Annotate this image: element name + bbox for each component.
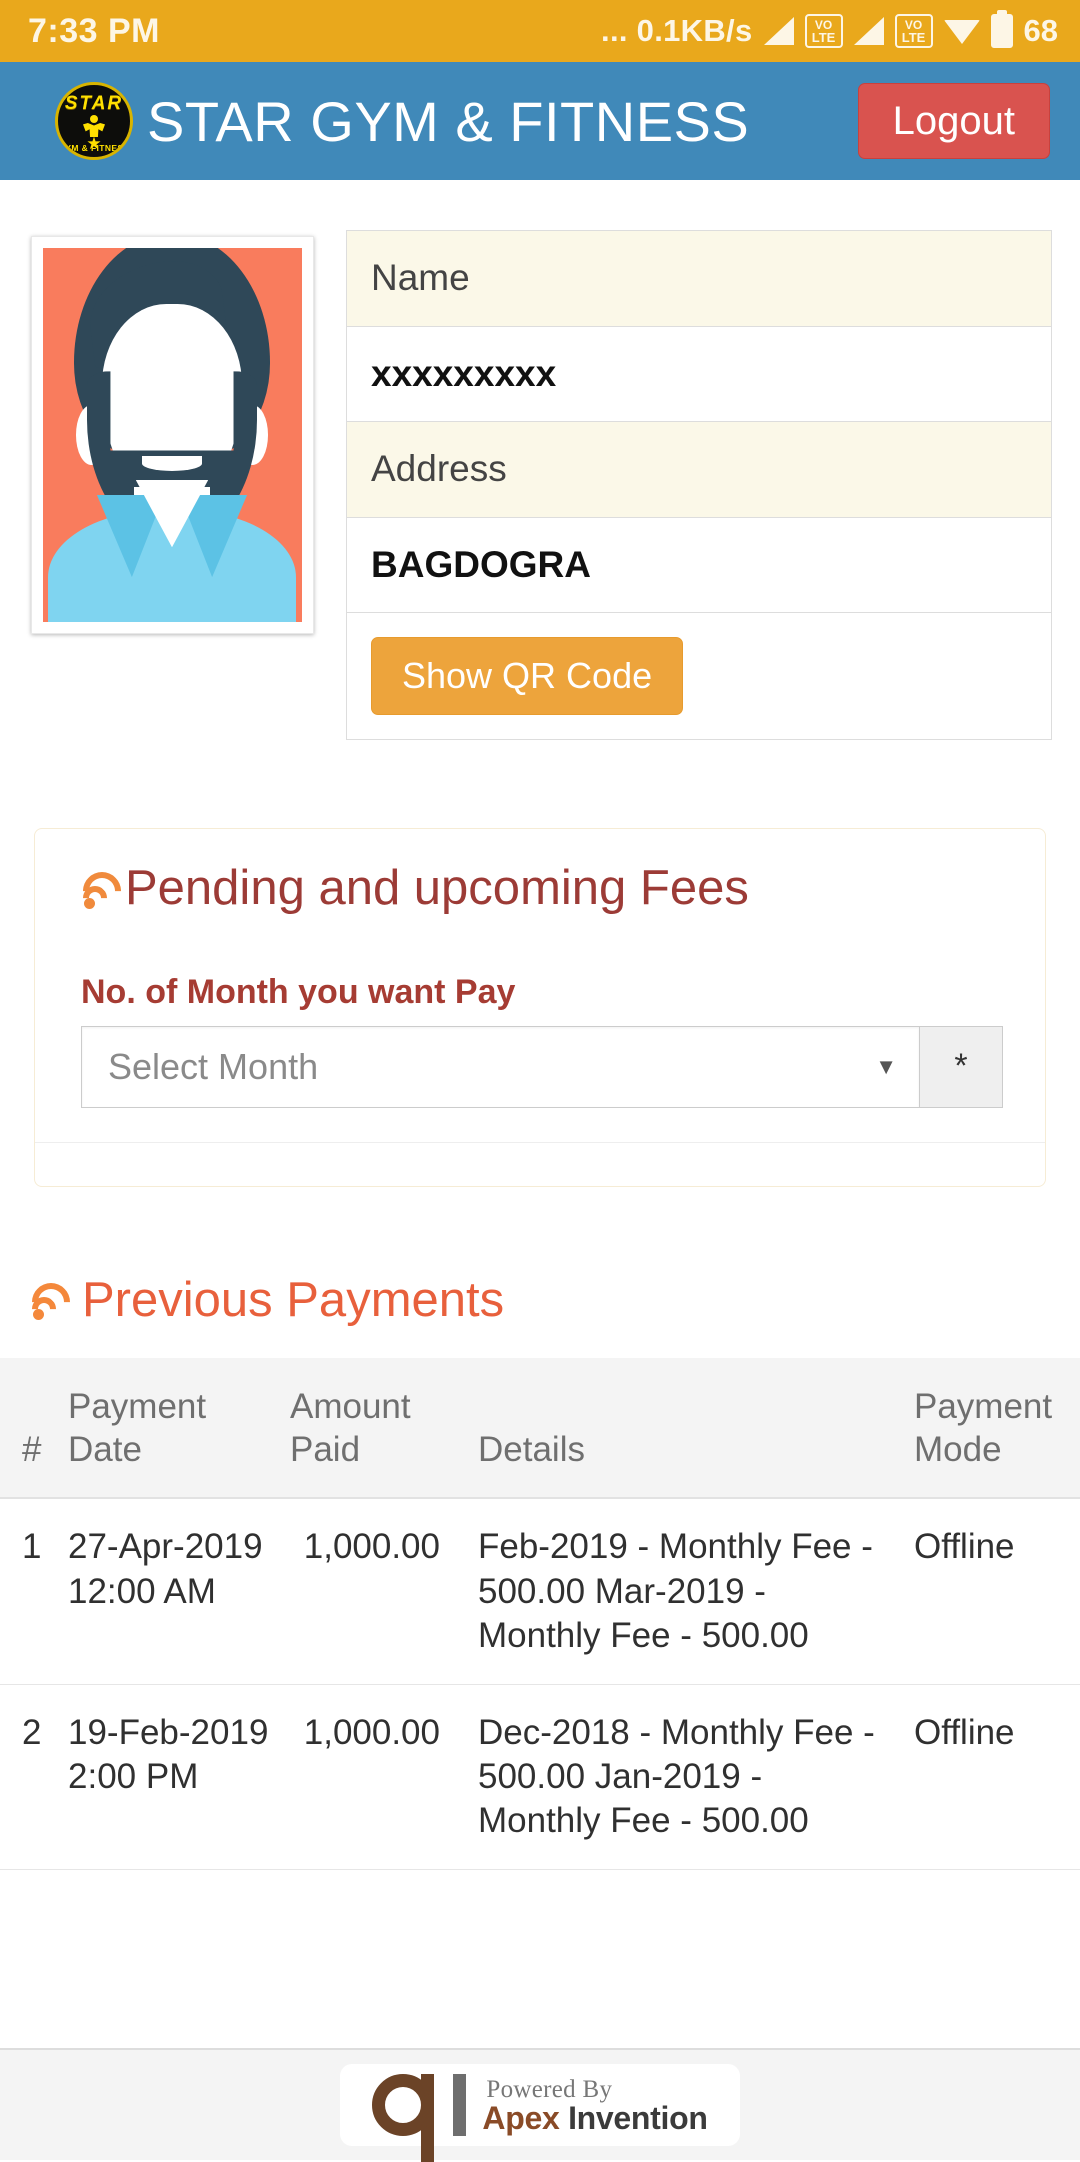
select-month-dropdown[interactable]: Select Month ▼ <box>81 1026 919 1108</box>
info-label-name: Name <box>347 231 1051 327</box>
signal-icon-2 <box>854 17 884 45</box>
column-header-details: Details <box>450 1358 904 1498</box>
month-count-label: No. of Month you want Pay <box>81 973 1025 1012</box>
cell-mode: Offline <box>904 1498 1080 1684</box>
table-row[interactable]: 1 27-Apr-2019 12:00 AM 1,000.00 Feb-2019… <box>0 1498 1080 1684</box>
brand[interactable]: STAR GYM & FITNESS ★ STAR GYM & FITNESS <box>55 82 749 160</box>
cell-details: Dec-2018 - Monthly Fee - 500.00 Jan-2019… <box>450 1684 904 1869</box>
volte-icon: VO LTE <box>805 14 843 48</box>
app-title: STAR GYM & FITNESS <box>147 89 749 154</box>
previous-payments-table: # Payment Date Amount Paid Details Payme… <box>0 1358 1080 1870</box>
battery-icon <box>991 14 1013 48</box>
info-label-address: Address <box>347 422 1051 518</box>
page-footer: Powered By Apex Invention <box>0 2048 1080 2160</box>
month-select-group: Select Month ▼ * <box>81 1026 1003 1108</box>
select-month-placeholder: Select Month <box>108 1046 318 1088</box>
footer-text: Powered By Apex Invention <box>482 2077 707 2134</box>
default-user-avatar-icon <box>43 248 302 622</box>
pending-fees-title: Pending and upcoming Fees <box>125 863 749 914</box>
panel-footer-divider <box>35 1142 1045 1186</box>
volte-icon-2: VO LTE <box>895 14 933 48</box>
column-header-amount: Amount Paid <box>280 1358 450 1498</box>
logo-letter-i <box>453 2074 466 2136</box>
status-bar: 7:33 PM ... 0.1KB/s VO LTE VO LTE 68 <box>0 0 1080 62</box>
cell-date: 27-Apr-2019 12:00 AM <box>58 1498 280 1684</box>
info-value-address: BAGDOGRA <box>347 518 1051 614</box>
previous-payments-title: Previous Payments <box>82 1275 504 1326</box>
previous-payments-title-row: Previous Payments <box>30 1275 1080 1326</box>
app-header: STAR GYM & FITNESS ★ STAR GYM & FITNESS … <box>0 62 1080 180</box>
logo-star-text: STAR <box>58 93 130 115</box>
chevron-down-icon: ▼ <box>875 1054 897 1080</box>
cell-amount: 1,000.00 <box>280 1684 450 1869</box>
status-bar-clock: 7:33 PM <box>28 12 160 51</box>
cell-amount: 1,000.00 <box>280 1498 450 1684</box>
cell-date: 19-Feb-2019 2:00 PM <box>58 1684 280 1869</box>
cell-details: Feb-2019 - Monthly Fee - 500.00 Mar-2019… <box>450 1498 904 1684</box>
pending-fees-panel: Pending and upcoming Fees No. of Month y… <box>34 828 1046 1186</box>
logo-letter-a <box>372 2074 434 2136</box>
show-qr-code-button[interactable]: Show QR Code <box>371 637 683 715</box>
company-name-first: Apex <box>482 2100 559 2136</box>
avatar-mouth <box>142 456 202 471</box>
table-row[interactable]: 2 19-Feb-2019 2:00 PM 1,000.00 Dec-2018 … <box>0 1684 1080 1869</box>
column-header-date: Payment Date <box>58 1358 280 1498</box>
volte-bottom-label-2: LTE <box>902 31 926 44</box>
rss-icon-payments <box>30 1283 70 1323</box>
volte-top-label-2: VO <box>905 19 922 31</box>
network-speed-text: ... 0.1KB/s <box>601 13 752 49</box>
volte-top-label: VO <box>815 19 832 31</box>
apex-invention-logo-icon <box>372 2074 466 2136</box>
profile-section: Name xxxxxxxxx Address BAGDOGRA Show QR … <box>0 180 1080 740</box>
cell-mode: Offline <box>904 1684 1080 1869</box>
required-marker-addon: * <box>919 1026 1003 1108</box>
star-gym-logo-icon: STAR GYM & FITNESS ★ <box>55 82 133 160</box>
member-info-table: Name xxxxxxxxx Address BAGDOGRA Show QR … <box>346 230 1052 740</box>
table-header-row: # Payment Date Amount Paid Details Payme… <box>0 1358 1080 1498</box>
status-bar-indicators: ... 0.1KB/s VO LTE VO LTE 68 <box>601 13 1058 49</box>
volte-bottom-label: LTE <box>812 31 836 44</box>
rss-icon <box>81 872 121 912</box>
logout-button[interactable]: Logout <box>858 83 1050 159</box>
signal-icon <box>764 17 794 45</box>
battery-percent-label: 68 <box>1024 13 1058 49</box>
wifi-icon <box>944 18 980 44</box>
powered-by-badge[interactable]: Powered By Apex Invention <box>340 2064 739 2146</box>
table-body: 1 27-Apr-2019 12:00 AM 1,000.00 Feb-2019… <box>0 1498 1080 1869</box>
column-header-mode: Payment Mode <box>904 1358 1080 1498</box>
company-name: Apex Invention <box>482 2100 707 2136</box>
rss-arc-outer-2 <box>24 1275 78 1329</box>
rss-arc-outer <box>75 864 129 918</box>
qr-row: Show QR Code <box>347 613 1051 739</box>
cell-index: 1 <box>0 1498 58 1684</box>
company-name-second: Invention <box>568 2100 708 2136</box>
table-header: # Payment Date Amount Paid Details Payme… <box>0 1358 1080 1498</box>
info-value-name: xxxxxxxxx <box>347 327 1051 423</box>
member-photo-frame <box>31 236 314 634</box>
cell-index: 2 <box>0 1684 58 1869</box>
pending-fees-title-row: Pending and upcoming Fees <box>81 863 1025 914</box>
column-header-index: # <box>0 1358 58 1498</box>
member-photo-wrapper <box>28 230 316 740</box>
powered-by-label: Powered By <box>482 2076 612 2103</box>
logo-star-glyph: ★ <box>86 135 101 152</box>
